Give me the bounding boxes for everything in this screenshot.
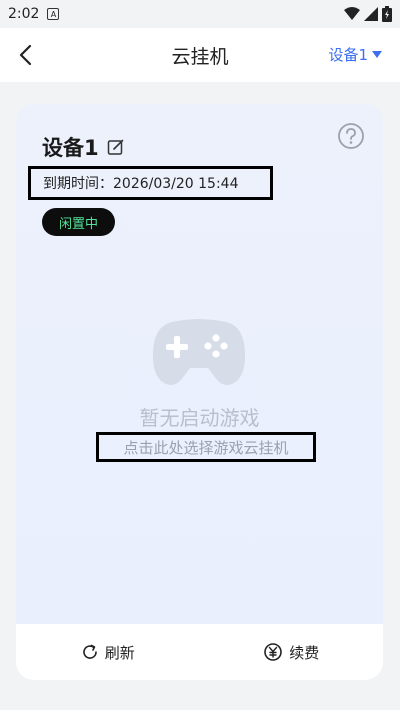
status-bar: 2:02 A [0, 0, 400, 28]
device-selector-dropdown[interactable]: 设备1 [328, 44, 382, 65]
status-badge: 闲置中 [42, 208, 115, 236]
renew-button[interactable]: 续费 [200, 624, 384, 680]
card-actions: 刷新 续费 [16, 624, 383, 680]
refresh-icon [82, 644, 97, 659]
caret-down-icon [372, 50, 382, 58]
renew-label: 续费 [289, 643, 320, 662]
help-button[interactable] [337, 122, 365, 150]
refresh-label: 刷新 [104, 643, 135, 662]
battery-icon [382, 6, 392, 22]
wifi-icon [344, 7, 360, 20]
device-selector-label: 设备1 [328, 46, 368, 64]
refresh-button[interactable]: 刷新 [16, 624, 200, 680]
gamepad-icon [152, 319, 246, 385]
edit-icon[interactable] [107, 138, 125, 156]
notification-app-icon: A [47, 8, 60, 20]
empty-state-title: 暂无启动游戏 [139, 406, 260, 430]
expiry-time: 到期时间：2026/03/20 15:44 [28, 166, 273, 200]
status-time: 2:02 [8, 6, 40, 22]
page-title: 云挂机 [171, 45, 229, 68]
back-button[interactable] [12, 40, 38, 70]
app-header: 云挂机 设备1 [0, 28, 400, 82]
yuan-coin-icon [264, 643, 283, 661]
signal-icon [364, 7, 378, 21]
chevron-left-icon [19, 44, 32, 66]
select-game-link[interactable]: 点击此处选择游戏云挂机 [96, 432, 316, 462]
device-name-row: 设备1 [42, 132, 125, 162]
help-circle-icon [338, 123, 364, 149]
device-name: 设备1 [42, 136, 99, 160]
device-card: 设备1 到期时间：2026/03/20 15:44 闲置中 暂无启动游戏 点击此… [16, 104, 383, 680]
